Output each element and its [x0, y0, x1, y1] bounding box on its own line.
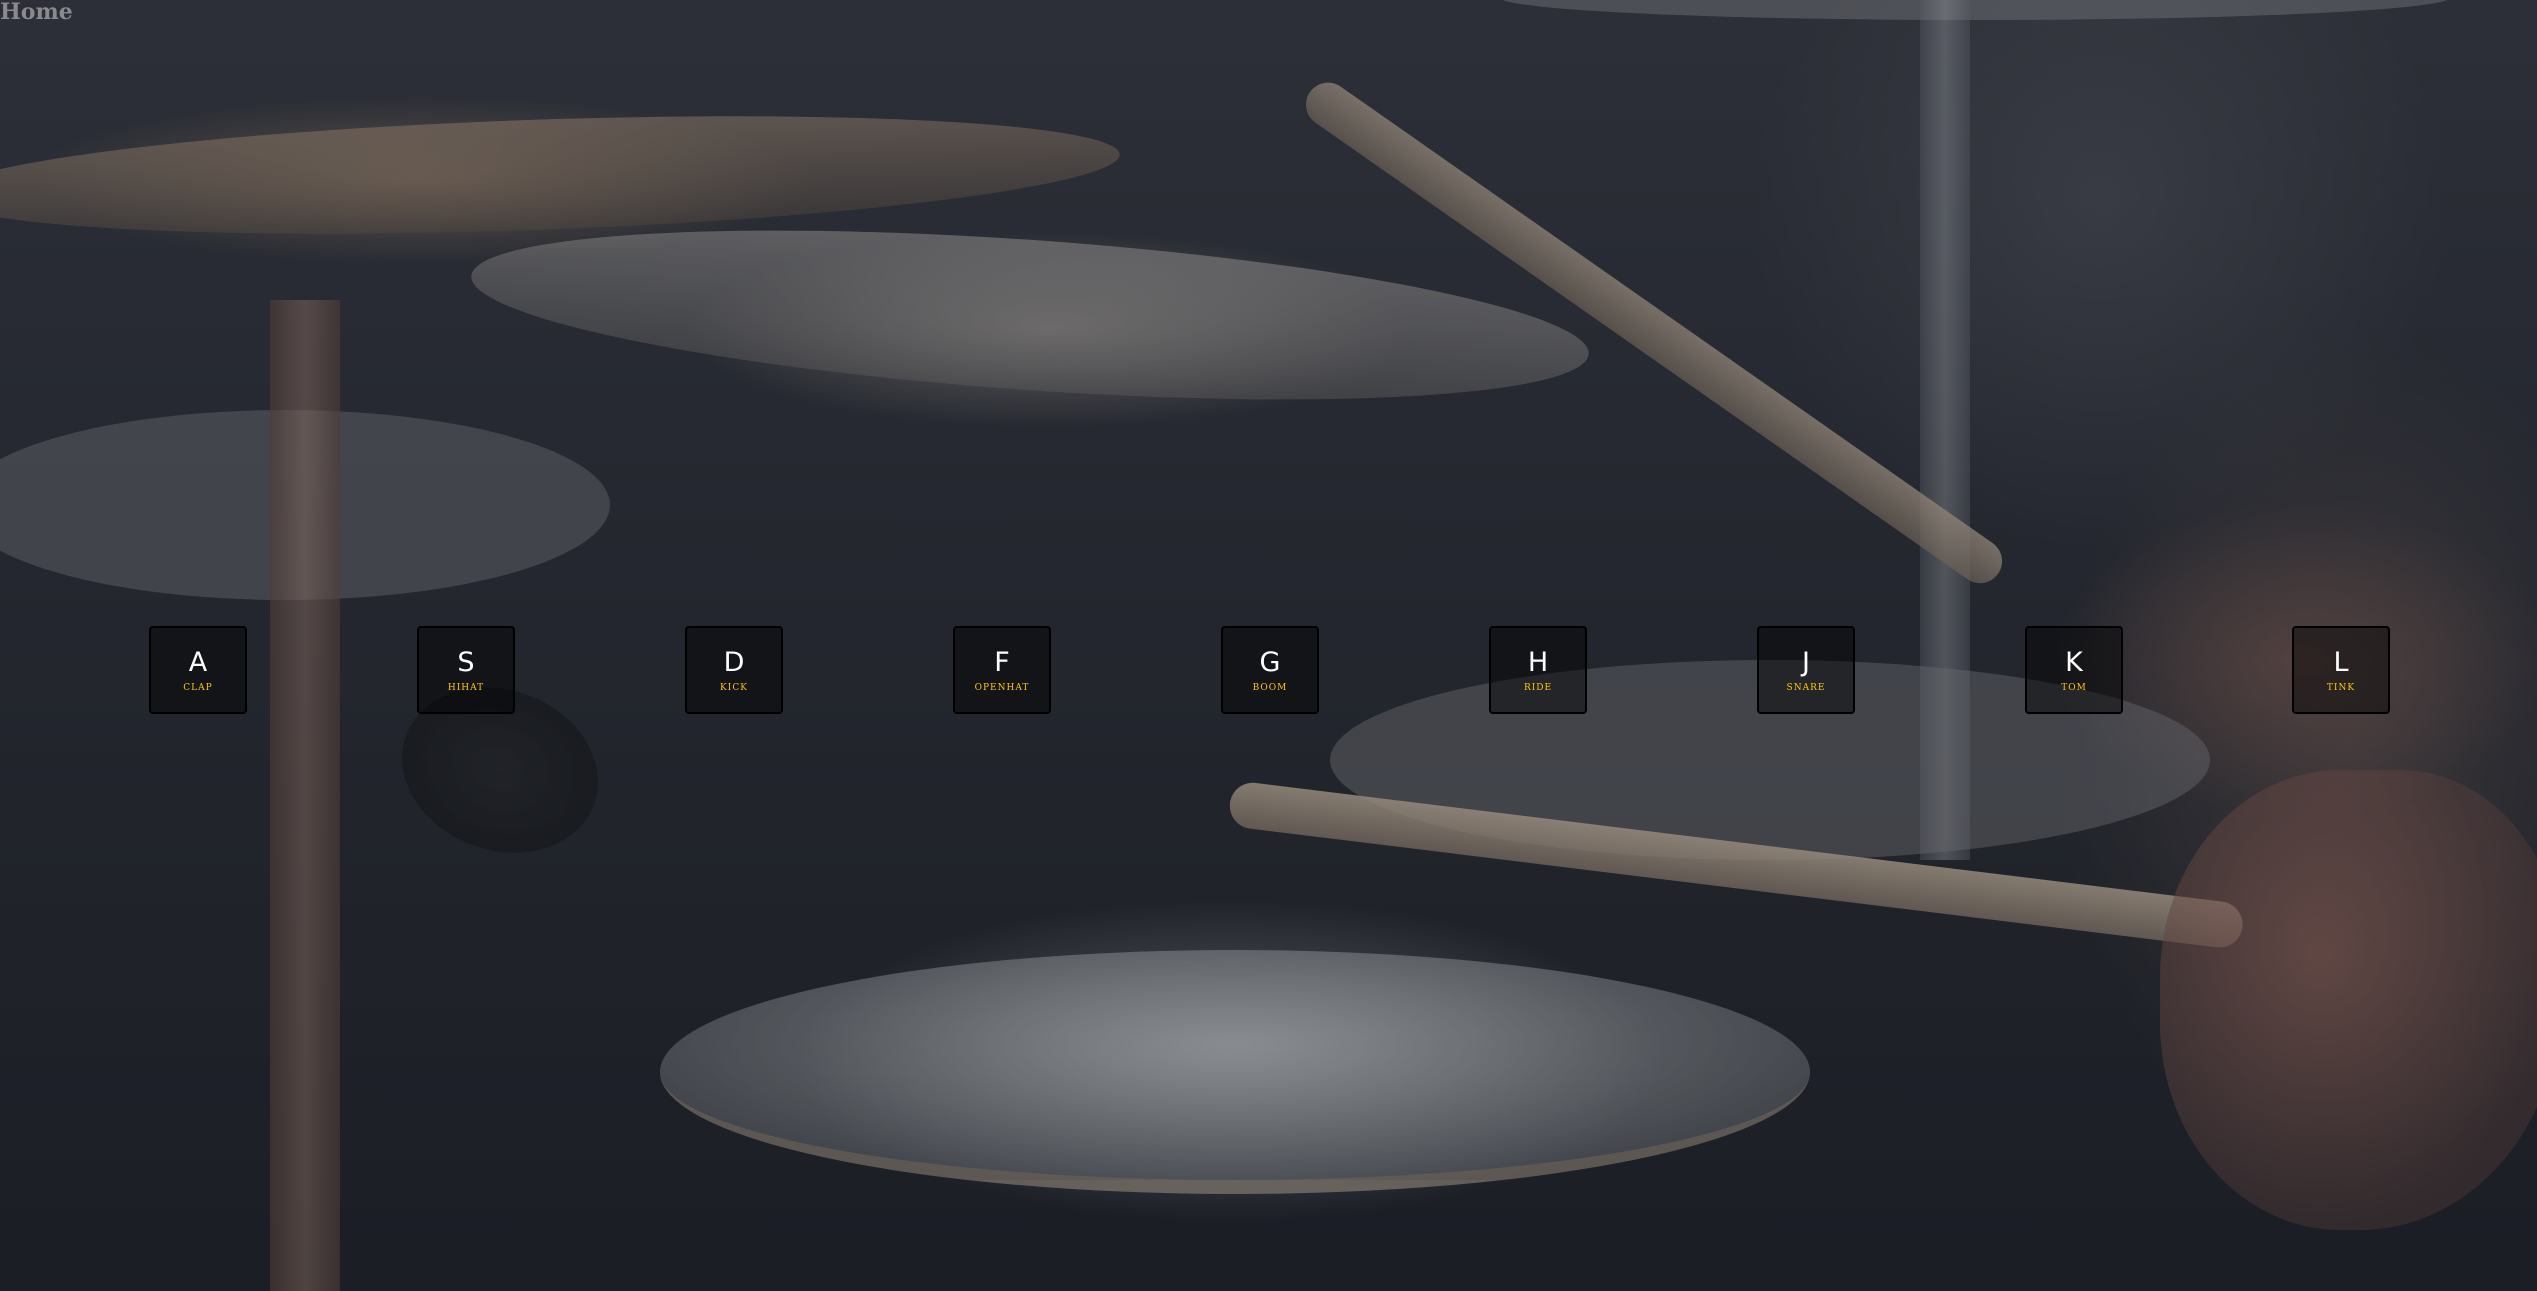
key-sound-label: tom	[2061, 683, 2087, 693]
background-cymbal-left	[0, 99, 1122, 251]
background-snare-drum	[660, 950, 1810, 1194]
home-link[interactable]: Home	[0, 0, 73, 24]
drum-kit-stage: Home A clap S hihat D kick F openhat G b…	[0, 0, 2537, 1291]
drum-keys: A clap S hihat D kick F openhat G boom H…	[0, 626, 2537, 718]
key-sound-label: snare	[1786, 683, 1826, 693]
key-a[interactable]: A clap	[149, 626, 247, 714]
key-letter: H	[1527, 647, 1549, 678]
background-drumstick-upper	[1297, 73, 2011, 592]
background-hand-lower	[2160, 770, 2537, 1230]
key-sound-label: clap	[183, 683, 213, 693]
key-letter: G	[1259, 647, 1281, 678]
key-letter: S	[457, 647, 475, 678]
key-j[interactable]: J snare	[1757, 626, 1855, 714]
key-letter: L	[2333, 647, 2349, 678]
key-letter: A	[188, 647, 208, 678]
key-f[interactable]: F openhat	[953, 626, 1051, 714]
background-cymbal-middle	[466, 201, 1594, 429]
background-tom-left	[0, 410, 610, 600]
key-sound-label: boom	[1252, 683, 1288, 693]
key-sound-label: tink	[2326, 683, 2356, 693]
key-s[interactable]: S hihat	[417, 626, 515, 714]
key-sound-label: ride	[1523, 683, 1553, 693]
background-stand-left	[270, 300, 340, 1291]
background-drumstick-lower	[1227, 780, 2246, 951]
key-d[interactable]: D kick	[685, 626, 783, 714]
key-sound-label: kick	[720, 683, 748, 693]
key-letter: D	[723, 647, 745, 678]
key-letter: F	[994, 647, 1010, 678]
key-letter: J	[1802, 647, 1810, 678]
key-sound-label: openhat	[974, 683, 1030, 693]
key-sound-label: hihat	[447, 683, 485, 693]
background-stand-right	[1920, 0, 1970, 860]
key-h[interactable]: H ride	[1489, 626, 1587, 714]
key-k[interactable]: K tom	[2025, 626, 2123, 714]
key-letter: K	[2065, 647, 2083, 678]
background-cymbal-top	[1500, 0, 2450, 20]
key-g[interactable]: G boom	[1221, 626, 1319, 714]
key-l[interactable]: L tink	[2292, 626, 2390, 714]
